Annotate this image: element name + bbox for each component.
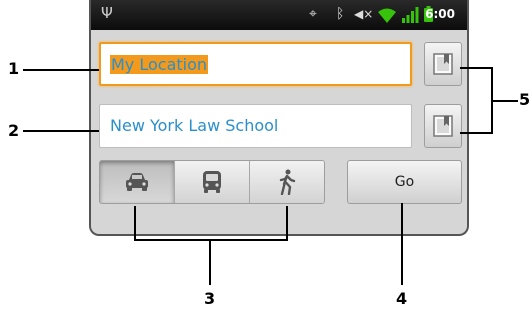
walk-icon	[279, 169, 296, 195]
go-button[interactable]: Go	[347, 160, 462, 204]
bus-icon	[203, 171, 221, 193]
callout-5-line	[491, 100, 518, 102]
callout-4-line	[401, 203, 403, 285]
callout-3-line	[209, 239, 211, 285]
end-location-value: New York Law School	[110, 116, 279, 135]
gps-icon: ⌖	[309, 6, 317, 22]
start-location-input[interactable]: My Location	[99, 42, 412, 86]
volume-muted-icon: ◀×	[354, 7, 374, 21]
callout-1: 1	[8, 59, 20, 78]
callout-3-left-line	[134, 206, 136, 241]
callout-4: 4	[396, 289, 408, 308]
callout-5: 5	[519, 90, 531, 109]
callout-3: 3	[204, 289, 216, 308]
end-bookmark-button[interactable]	[424, 104, 462, 148]
travel-mode-selector	[99, 160, 325, 204]
bluetooth-icon: ᛒ	[336, 6, 345, 22]
device-screen: Ψ ⌖ ᛒ ◀× 6:00 My Location New York Law S…	[89, 0, 469, 236]
usb-icon: Ψ	[101, 4, 113, 22]
bookmark-icon	[433, 115, 453, 137]
callout-3-bracket	[134, 239, 288, 241]
start-bookmark-button[interactable]	[424, 42, 462, 86]
callout-1-line	[23, 69, 99, 71]
mode-walk-button[interactable]	[250, 161, 324, 203]
bookmark-icon	[433, 53, 453, 75]
wifi-icon	[378, 8, 396, 23]
callout-5-bottom-line	[460, 132, 492, 134]
mode-transit-button[interactable]	[175, 161, 250, 203]
end-location-input[interactable]: New York Law School	[99, 104, 412, 148]
callout-3-right-line	[286, 206, 288, 241]
signal-icon	[402, 7, 419, 23]
mode-car-button[interactable]	[100, 161, 175, 203]
callout-5-top-line	[460, 67, 492, 69]
car-icon	[126, 173, 148, 191]
callout-2: 2	[8, 121, 20, 140]
callout-2-line	[23, 130, 99, 132]
start-location-value: My Location	[110, 55, 209, 74]
status-time: 6:00	[425, 7, 455, 21]
status-bar: Ψ ⌖ ᛒ ◀× 6:00	[91, 0, 467, 30]
